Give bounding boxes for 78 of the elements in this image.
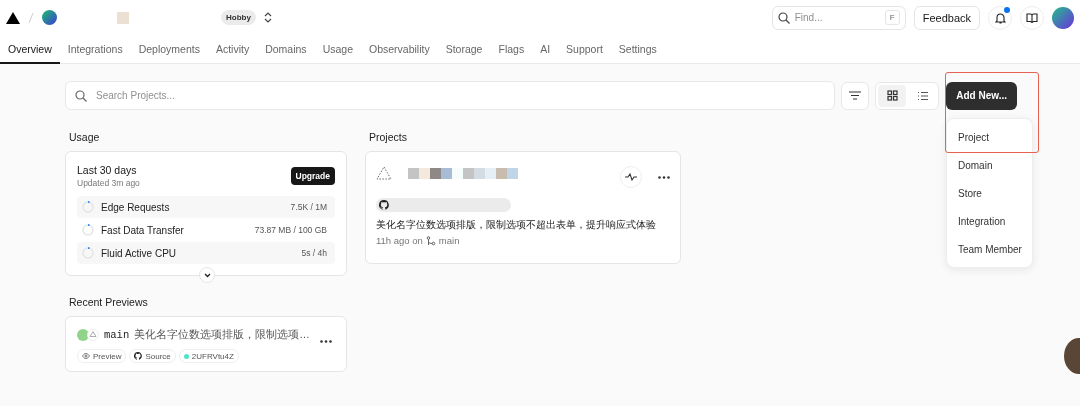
find-placeholder: Find... xyxy=(794,12,824,23)
github-icon xyxy=(379,200,389,210)
filter-icon xyxy=(849,91,862,100)
team-avatar[interactable] xyxy=(42,10,57,25)
metric-reading: 5s / 4h xyxy=(301,248,327,258)
github-icon xyxy=(134,352,143,360)
nav-tab[interactable]: Overview xyxy=(0,35,60,64)
metric-reading: 73.87 MB / 100 GB xyxy=(254,225,327,235)
add-new-button[interactable]: Add New... xyxy=(946,81,1017,110)
list-icon xyxy=(916,90,928,101)
usage-metric-row[interactable]: Edge Requests 7.5K / 1M xyxy=(77,196,335,218)
more-button[interactable] xyxy=(320,340,332,343)
nav-tab[interactable]: Flags xyxy=(490,35,533,64)
usage-period: Last 30 days xyxy=(77,164,138,176)
book-icon xyxy=(1026,12,1038,23)
nav-tab[interactable]: Usage xyxy=(314,35,361,64)
metric-reading: 7.5K / 1M xyxy=(290,202,327,212)
upgrade-button[interactable]: Upgrade xyxy=(290,167,335,185)
commit-message: 美化名字位数选项排版，限制选项… xyxy=(134,328,310,342)
search-icon xyxy=(777,11,790,24)
metric-name: Fluid Active CPU xyxy=(101,247,178,259)
branch-icon xyxy=(425,235,436,246)
redacted-name-drawing xyxy=(117,11,129,24)
user-avatar[interactable] xyxy=(1052,6,1074,29)
avatar-pair-icon xyxy=(77,329,99,341)
notifications-button[interactable] xyxy=(988,5,1012,30)
search-icon xyxy=(75,89,87,102)
preview-card[interactable]: main 美化名字位数选项排版，限制选项… Preview Source 2UFRVtu4Z xyxy=(65,316,347,372)
nav-tab[interactable]: Settings xyxy=(610,35,665,64)
section-title: Projects xyxy=(368,131,408,145)
plan-badge: Hobby xyxy=(221,10,256,25)
chevron-updown-icon[interactable] xyxy=(263,12,272,23)
usage-metric-row[interactable]: Fast Data Transfer 73.87 MB / 100 GB xyxy=(77,219,335,241)
menu-item[interactable]: Project xyxy=(947,123,1032,151)
triangle-logo-icon xyxy=(376,166,392,180)
nav-tab[interactable]: AI xyxy=(532,35,559,64)
nav-tab[interactable]: Activity xyxy=(207,35,258,64)
menu-item[interactable]: Domain xyxy=(947,151,1032,179)
bell-icon xyxy=(994,11,1006,24)
deploy-time: 11h ago on xyxy=(376,235,423,246)
expand-button[interactable] xyxy=(199,267,215,283)
docs-button[interactable] xyxy=(1020,5,1044,30)
menu-item[interactable]: Integration xyxy=(947,207,1032,235)
grid-icon xyxy=(886,90,898,101)
menu-item[interactable]: Store xyxy=(947,179,1032,207)
eye-icon xyxy=(82,353,90,359)
nav-tab[interactable]: Integrations xyxy=(59,35,131,64)
pulse-icon xyxy=(625,173,637,181)
find-field[interactable]: Find... F xyxy=(771,5,906,30)
commit-message: 美化名字位数选项排版，限制选项不超出表单，提升响应式体验 xyxy=(376,218,656,232)
repository-pill[interactable] xyxy=(376,198,511,212)
menu-item[interactable]: Team Member xyxy=(947,235,1032,263)
updated-time: Updated 3m ago xyxy=(77,178,140,188)
metric-name: Fast Data Transfer xyxy=(101,224,185,236)
section-title: Usage xyxy=(68,131,101,145)
filter-button[interactable] xyxy=(841,81,870,110)
view-option[interactable] xyxy=(878,84,907,107)
nav-tab[interactable]: Domains xyxy=(257,35,315,64)
branch-name: main xyxy=(438,235,460,246)
metric-name: Edge Requests xyxy=(101,201,171,213)
nav-tab[interactable]: Storage xyxy=(437,35,491,64)
section-title: Recent Previews xyxy=(68,296,149,310)
usage-metric-row[interactable]: Fluid Active CPU 5s / 4h xyxy=(77,242,335,264)
feedback-button[interactable]: Feedback xyxy=(913,5,980,30)
separator-slash-icon xyxy=(28,11,34,24)
more-button[interactable] xyxy=(658,175,670,179)
shortcut-key: F xyxy=(884,10,900,25)
nav-tab[interactable]: Observability xyxy=(361,35,438,64)
nav-tab[interactable]: Support xyxy=(558,35,611,64)
search-placeholder: Search Projects... xyxy=(96,90,175,101)
more-icon xyxy=(320,340,332,343)
branch-name: main xyxy=(104,329,130,341)
logo-icon[interactable] xyxy=(6,11,20,24)
project-card[interactable]: 美化名字位数选项排版，限制选项不超出表单，提升响应式体验 11h ago on main xyxy=(365,151,681,264)
activity-button[interactable] xyxy=(620,166,642,188)
chevron-down-icon xyxy=(203,272,211,278)
more-icon xyxy=(658,175,670,179)
nav-tab[interactable]: Deployments xyxy=(130,35,208,64)
